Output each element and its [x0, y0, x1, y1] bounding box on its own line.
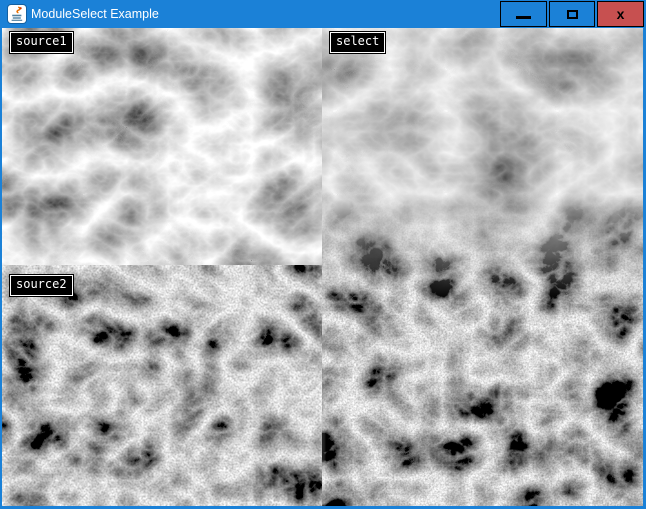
source1-texture: [2, 28, 322, 265]
maximize-button[interactable]: [549, 1, 595, 27]
label-source2: source2: [10, 275, 73, 296]
java-cup-glyph: [8, 5, 26, 23]
label-select: select: [330, 32, 385, 53]
java-app-icon[interactable]: [8, 5, 26, 23]
close-icon: x: [617, 7, 625, 21]
noise-render: [2, 28, 643, 506]
titlebar[interactable]: ModuleSelect Example x: [0, 0, 646, 28]
render-canvas: source1 select source2: [2, 28, 643, 506]
label-source1: source1: [10, 32, 73, 53]
maximize-icon: [567, 10, 578, 19]
minimize-icon: [516, 16, 531, 19]
close-button[interactable]: x: [597, 1, 644, 27]
minimize-button[interactable]: [500, 1, 547, 27]
window-title: ModuleSelect Example: [31, 0, 159, 28]
app-window: ModuleSelect Example x: [0, 0, 646, 509]
source2-texture: [2, 265, 322, 506]
